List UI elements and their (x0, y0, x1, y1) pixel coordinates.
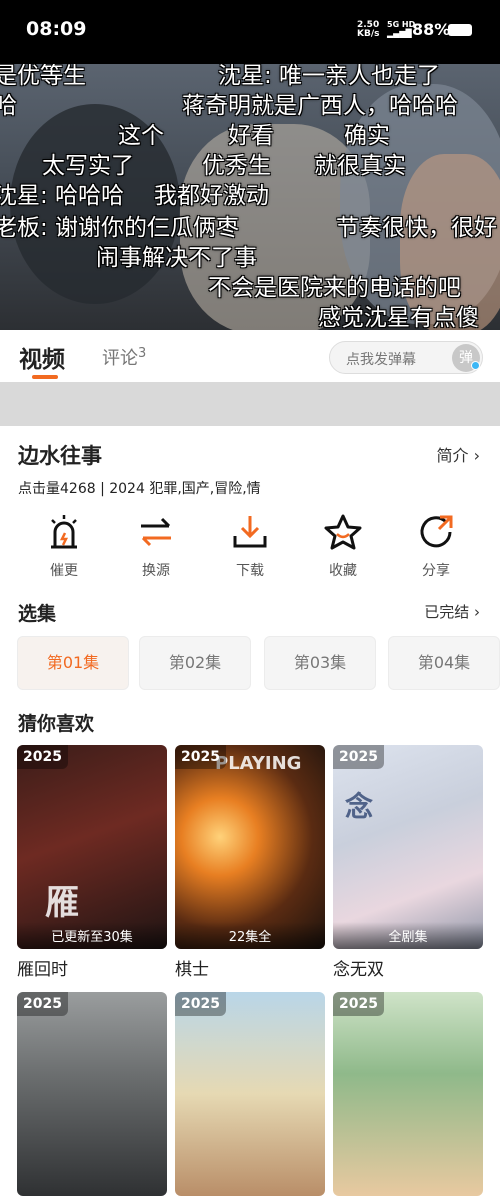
tab-video[interactable]: 视频 (19, 340, 65, 374)
episode-badge: 22集全 (175, 922, 325, 949)
status-bar: 08:09 2.50 KB/s 5G HD ▂▄▆█ 88% (0, 0, 500, 64)
intro-link[interactable]: 简介 › (436, 442, 480, 466)
poster-image: 念 2025 全剧集 (333, 745, 483, 949)
poster-art: 念 (345, 790, 374, 823)
video-player[interactable]: 是优等生 沈星: 唯一亲人也走了 哈 蒋奇明就是广西人，哈哈哈 这个 好看 确实… (0, 64, 500, 330)
card-title: 棋士 (175, 960, 209, 980)
switch-source-label: 换源 (142, 563, 170, 579)
episode-item[interactable]: 第04集 (388, 636, 500, 690)
urge-update-label: 催更 (50, 563, 78, 579)
year-badge: 2025 (17, 745, 68, 769)
danmaku-comment: 老板: 谢谢你的仨瓜俩枣 (0, 215, 240, 241)
poster-image: PLAYING 2025 22集全 (175, 745, 325, 949)
share-button[interactable]: 分享 (403, 512, 469, 580)
battery-percent: 88% (412, 20, 451, 39)
favorite-label: 收藏 (329, 563, 357, 579)
year-badge: 2025 (333, 745, 384, 769)
poster-image: 2025 (17, 992, 167, 1196)
urge-update-button[interactable]: 催更 (31, 512, 97, 580)
danmaku-comment: 不会是医院来的电话的吧 (208, 275, 461, 301)
year-badge: 2025 (17, 992, 68, 1016)
danmaku-comment: 哈 (0, 93, 17, 119)
danmaku-toggle-button[interactable]: 弹 (452, 344, 480, 372)
detail-tabs: 视频 评论3 点我发弹幕 弹 (0, 330, 500, 382)
episodes-status-link[interactable]: 已完结 › (424, 601, 480, 622)
poster-image: 2025 (175, 992, 325, 1196)
danmaku-comment: 优秀生 (202, 153, 271, 179)
danmaku-comment: 节奏很快，很好 (336, 215, 497, 241)
recommend-title: 猜你喜欢 (18, 713, 95, 735)
danmaku-comment: 好看 (228, 123, 274, 149)
danmaku-comment: 就很真实 (314, 153, 406, 179)
year-badge: 2025 (175, 745, 226, 769)
download-button[interactable]: 下载 (217, 512, 283, 580)
episodes-title: 选集 (18, 603, 57, 625)
episode-badge: 已更新至30集 (17, 922, 167, 949)
danmaku-input[interactable]: 点我发弹幕 弹 (329, 341, 483, 374)
episode-list: 第01集 第02集 第03集 第04集 (17, 636, 500, 690)
danmaku-comment: 蒋奇明就是广西人，哈哈哈 (182, 93, 458, 119)
download-icon (233, 516, 267, 548)
episode-item[interactable]: 第03集 (264, 636, 376, 690)
danmaku-comment: 沈星: 哈哈哈 (0, 183, 125, 209)
ad-banner-placeholder (0, 382, 500, 426)
battery-icon (448, 24, 472, 36)
danmaku-comment: 确实 (344, 123, 390, 149)
danmaku-comment: 太写实了 (42, 153, 134, 179)
status-time: 08:09 (26, 18, 87, 40)
show-meta: 点击量4268 | 2024 犯罪,国产,冒险,情 (18, 481, 261, 497)
year-badge: 2025 (175, 992, 226, 1016)
episode-badge: 全剧集 (333, 922, 483, 949)
tab-active-indicator (32, 375, 58, 379)
share-icon (420, 515, 453, 548)
recommend-card[interactable]: 2025 (333, 992, 483, 1196)
recommend-card[interactable]: 2025 (17, 992, 167, 1196)
episode-item[interactable]: 第01集 (17, 636, 129, 690)
chevron-right-icon: › (473, 446, 480, 465)
action-bar: 催更 换源 下载 收藏 分享 (0, 512, 500, 587)
danmaku-comment: 闹事解决不了事 (96, 245, 257, 271)
poster-image: 2025 (333, 992, 483, 1196)
star-icon (324, 514, 362, 550)
year-badge: 2025 (333, 992, 384, 1016)
swap-icon (141, 517, 171, 547)
danmaku-comment: 这个 (118, 123, 164, 149)
poster-art: PLAYING (215, 753, 302, 774)
recommend-card[interactable]: 雁 2025 已更新至30集 雁回时 (17, 745, 167, 980)
danmaku-toggle-dot (471, 361, 480, 370)
poster-art: 雁 (45, 883, 79, 923)
poster-image: 雁 2025 已更新至30集 (17, 745, 167, 949)
chevron-right-icon: › (474, 603, 480, 621)
danmaku-comment: 我都好激动 (154, 183, 269, 209)
download-label: 下载 (236, 563, 264, 579)
danmaku-comment: 感觉沈星有点傻 (318, 305, 479, 330)
network-speed: 2.50 KB/s (357, 20, 380, 39)
recommend-card[interactable]: 念 2025 全剧集 念无双 (333, 745, 483, 980)
show-title: 边水往事 (18, 444, 102, 468)
card-title: 雁回时 (17, 960, 68, 980)
comment-count: 3 (138, 346, 147, 361)
switch-source-button[interactable]: 换源 (123, 512, 189, 580)
favorite-button[interactable]: 收藏 (310, 512, 376, 580)
tab-comments[interactable]: 评论3 (102, 344, 146, 370)
card-title: 念无双 (333, 960, 384, 980)
recommend-card[interactable]: 2025 (175, 992, 325, 1196)
recommend-card[interactable]: PLAYING 2025 22集全 棋士 (175, 745, 325, 980)
episode-item[interactable]: 第02集 (139, 636, 251, 690)
alarm-icon (51, 515, 77, 549)
danmaku-input-placeholder: 点我发弹幕 (346, 352, 416, 368)
share-label: 分享 (422, 563, 450, 579)
